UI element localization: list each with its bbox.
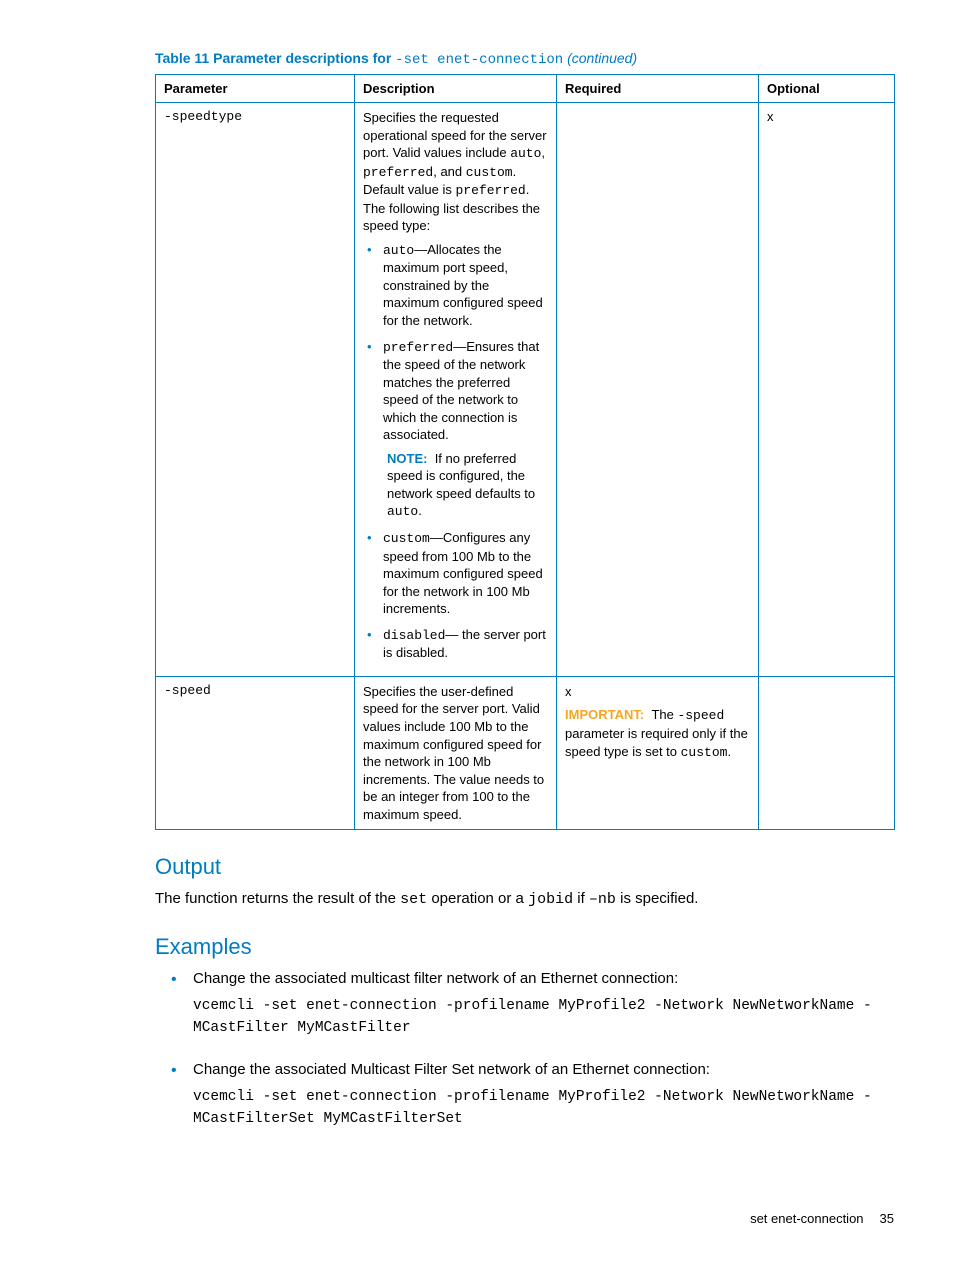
important-block: IMPORTANT: The -speed parameter is requi… [565, 706, 750, 761]
inline-code: auto [510, 146, 541, 161]
col-parameter: Parameter [156, 75, 355, 103]
inline-code: custom [383, 531, 430, 546]
table-caption: Table 11 Parameter descriptions for -set… [155, 50, 894, 68]
output-text: is specified. [616, 890, 699, 907]
list-item: preferred—Ensures that the speed of the … [379, 338, 548, 521]
note-block: NOTE: If no preferred speed is configure… [387, 450, 548, 521]
example-command: vcemcli -set enet-connection -profilenam… [193, 996, 894, 1040]
req-mark: x [565, 683, 750, 701]
list-item: Change the associated Multicast Filter S… [193, 1059, 894, 1130]
inline-code: preferred [456, 183, 526, 198]
parameter-table: Parameter Description Required Optional … [155, 74, 895, 830]
examples-list: Change the associated multicast filter n… [155, 968, 894, 1131]
example-command: vcemcli -set enet-connection -profilenam… [193, 1087, 894, 1131]
output-text: if [573, 890, 589, 907]
optional-cell [759, 676, 895, 829]
col-required: Required [557, 75, 759, 103]
examples-heading: Examples [155, 934, 894, 960]
desc-text: , [541, 145, 545, 160]
col-description: Description [355, 75, 557, 103]
inline-code: auto [387, 504, 418, 519]
inline-code: disabled [383, 628, 445, 643]
output-text: operation or a [427, 890, 528, 907]
list-item: disabled— the server port is disabled. [379, 626, 548, 662]
desc-text: , and [433, 164, 466, 179]
bullet-list: auto—Allocates the maximum port speed, c… [363, 241, 548, 662]
imp-text: . [727, 744, 731, 759]
page-number: 35 [880, 1211, 894, 1226]
output-text: The function returns the result of the [155, 890, 400, 907]
table-row: -speedtype Specifies the requested opera… [156, 103, 895, 677]
table-row: -speed Specifies the user-defined speed … [156, 676, 895, 829]
col-optional: Optional [759, 75, 895, 103]
note-text: . [418, 503, 422, 518]
example-text: Change the associated multicast filter n… [193, 970, 678, 987]
optional-cell: x [759, 103, 895, 677]
note-label: NOTE: [387, 451, 427, 466]
list-item: auto—Allocates the maximum port speed, c… [379, 241, 548, 330]
required-cell: x IMPORTANT: The -speed parameter is req… [557, 676, 759, 829]
inline-code: jobid [528, 891, 573, 908]
inline-code: auto [383, 243, 414, 258]
inline-code: –nb [589, 891, 616, 908]
param-cell: -speed [156, 676, 355, 829]
page-content: Table 11 Parameter descriptions for -set… [0, 0, 954, 1266]
important-label: IMPORTANT: [565, 707, 644, 722]
desc-cell: Specifies the user-defined speed for the… [355, 676, 557, 829]
imp-text: The [651, 707, 677, 722]
inline-code: -speed [677, 708, 724, 723]
output-paragraph: The function returns the result of the s… [155, 888, 894, 910]
inline-code: custom [466, 165, 513, 180]
example-text: Change the associated Multicast Filter S… [193, 1061, 710, 1078]
output-heading: Output [155, 854, 894, 880]
list-item: custom—Configures any speed from 100 Mb … [379, 529, 548, 618]
caption-suffix: (continued) [563, 50, 637, 66]
param-cell: -speedtype [156, 103, 355, 677]
footer-section: set enet-connection [750, 1211, 863, 1226]
caption-prefix: Table 11 Parameter descriptions for [155, 50, 395, 66]
caption-code: -set enet-connection [395, 52, 563, 68]
desc-cell: Specifies the requested operational spee… [355, 103, 557, 677]
list-item: Change the associated multicast filter n… [193, 968, 894, 1039]
required-cell [557, 103, 759, 677]
inline-code: custom [681, 745, 728, 760]
table-header-row: Parameter Description Required Optional [156, 75, 895, 103]
inline-code: preferred [383, 340, 453, 355]
page-footer: set enet-connection 35 [60, 1211, 894, 1226]
inline-code: preferred [363, 165, 433, 180]
inline-code: set [400, 891, 427, 908]
